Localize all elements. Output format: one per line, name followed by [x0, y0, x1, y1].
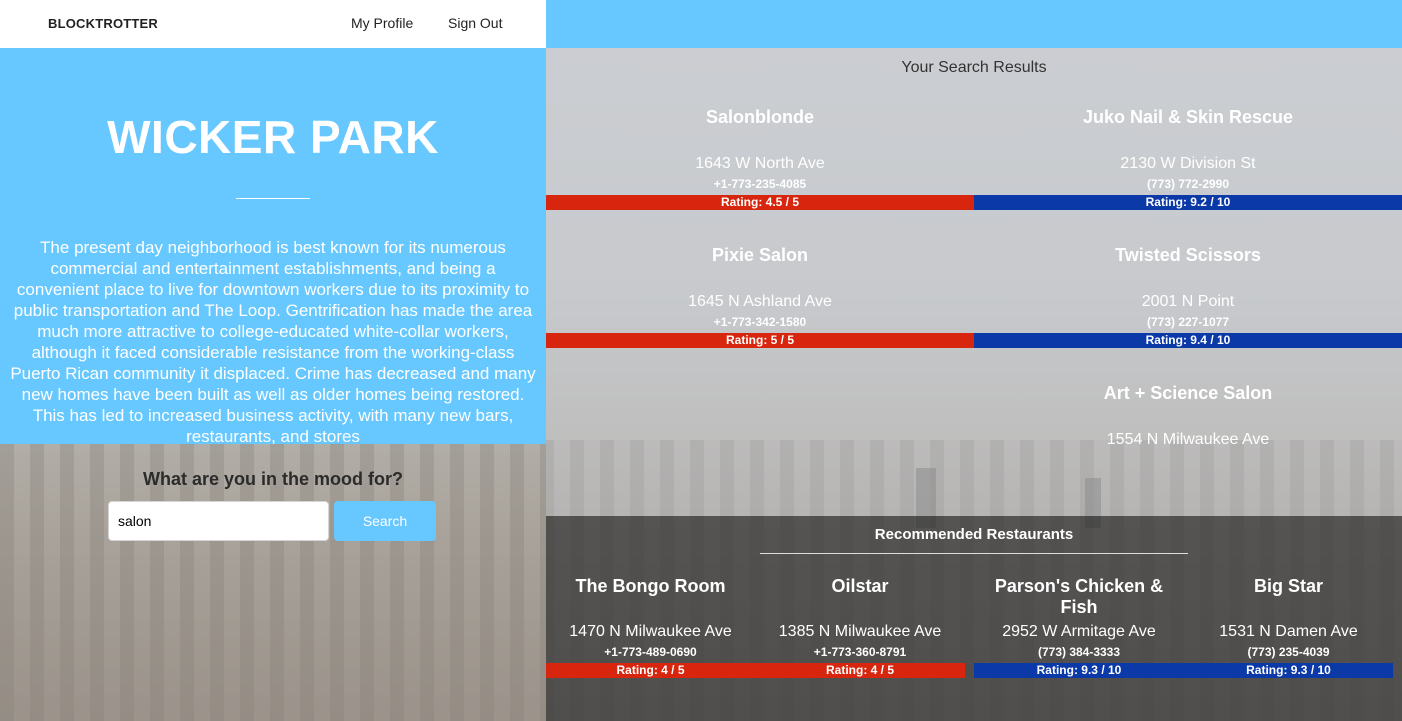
search-prompt: What are you in the mood for?	[143, 469, 403, 489]
restaurant-rating: Rating: 9.3 / 10	[1184, 663, 1393, 678]
restaurant-phone: (773) 235-4039	[1247, 645, 1330, 659]
restaurant-name: Parson's Chicken & Fish	[994, 576, 1164, 617]
result-phone: +1-773-235-4085	[713, 177, 807, 191]
brand-logo[interactable]: BLOCKTROTTER	[48, 16, 158, 31]
search-results-panel: Your Search Results Salonblonde 1643 W N…	[546, 48, 1402, 516]
restaurant-address: 1385 N Milwaukee Ave	[778, 623, 942, 640]
search-button[interactable]: Search	[334, 501, 436, 541]
result-address: 2001 N Point	[1141, 293, 1235, 310]
result-rating: Rating: 9.2 / 10	[974, 195, 1402, 210]
my-profile-link[interactable]: My Profile	[351, 15, 413, 31]
result-card[interactable]: Twisted Scissors 2001 N Point (773) 227-…	[974, 245, 1402, 348]
results-heading: Your Search Results	[901, 59, 1047, 76]
result-card[interactable]: Art + Science Salon 1554 N Milwaukee Ave	[974, 383, 1402, 449]
result-rating: Rating: 9.4 / 10	[974, 333, 1402, 348]
result-phone: (773) 227-1077	[1146, 315, 1230, 329]
neighborhood-title: WICKER PARK	[107, 111, 439, 163]
restaurant-address: 2952 W Armitage Ave	[1002, 623, 1156, 640]
recommended-heading: Recommended Restaurants	[874, 526, 1074, 543]
result-name: Pixie Salon	[711, 245, 809, 265]
restaurant-card[interactable]: Big Star 1531 N Damen Ave (773) 235-4039…	[1184, 576, 1393, 678]
restaurant-name: Big Star	[1253, 576, 1323, 596]
result-rating: Rating: 4.5 / 5	[546, 195, 974, 210]
result-name: Juko Nail & Skin Rescue	[1082, 107, 1294, 127]
result-card[interactable]: Juko Nail & Skin Rescue 2130 W Division …	[974, 107, 1402, 210]
restaurant-name: Oilstar	[831, 576, 889, 596]
neighborhood-description: The present day neighborhood is best kno…	[10, 238, 536, 444]
restaurant-phone: +1-773-360-8791	[813, 645, 907, 659]
recommended-restaurants-panel: Recommended Restaurants The Bongo Room 1…	[546, 516, 1402, 721]
restaurant-rating: Rating: 9.3 / 10	[974, 663, 1184, 678]
restaurant-phone: +1-773-489-0690	[604, 645, 697, 659]
restaurant-card[interactable]: The Bongo Room 1470 N Milwaukee Ave +1-7…	[546, 576, 755, 678]
result-card[interactable]: Salonblonde 1643 W North Ave +1-773-235-…	[546, 107, 974, 210]
restaurant-rating: Rating: 4 / 5	[546, 663, 755, 678]
result-address: 2130 W Division St	[1120, 155, 1256, 172]
restaurant-address: 1470 N Milwaukee Ave	[569, 623, 732, 640]
result-card[interactable]: Pixie Salon 1645 N Ashland Ave +1-773-34…	[546, 245, 974, 348]
result-name: Art + Science Salon	[1103, 383, 1273, 403]
title-divider	[236, 198, 310, 199]
restaurant-phone: (773) 384-3333	[1037, 645, 1121, 659]
result-name: Twisted Scissors	[1115, 245, 1261, 265]
result-address: 1645 N Ashland Ave	[688, 293, 832, 310]
result-address: 1554 N Milwaukee Ave	[1106, 431, 1270, 448]
neighborhood-panel: WICKER PARK The present day neighborhood…	[0, 48, 546, 444]
search-panel: What are you in the mood for? Search	[0, 444, 546, 721]
search-input[interactable]	[108, 501, 329, 541]
top-nav: BLOCKTROTTER My Profile Sign Out	[0, 0, 546, 48]
restaurant-card[interactable]: Parson's Chicken & Fish 2952 W Armitage …	[974, 576, 1184, 678]
restaurant-rating: Rating: 4 / 5	[755, 663, 965, 678]
top-banner	[546, 0, 1402, 48]
restaurant-name: The Bongo Room	[575, 576, 726, 596]
result-rating: Rating: 5 / 5	[546, 333, 974, 348]
result-phone: (773) 772-2990	[1146, 177, 1230, 191]
result-phone: +1-773-342-1580	[713, 315, 807, 329]
restaurant-card[interactable]: Oilstar 1385 N Milwaukee Ave +1-773-360-…	[755, 576, 965, 678]
recommended-divider	[760, 553, 1188, 554]
restaurant-address: 1531 N Damen Ave	[1219, 623, 1358, 640]
sign-out-link[interactable]: Sign Out	[448, 15, 502, 31]
result-address: 1643 W North Ave	[695, 155, 825, 172]
result-name: Salonblonde	[706, 107, 814, 127]
